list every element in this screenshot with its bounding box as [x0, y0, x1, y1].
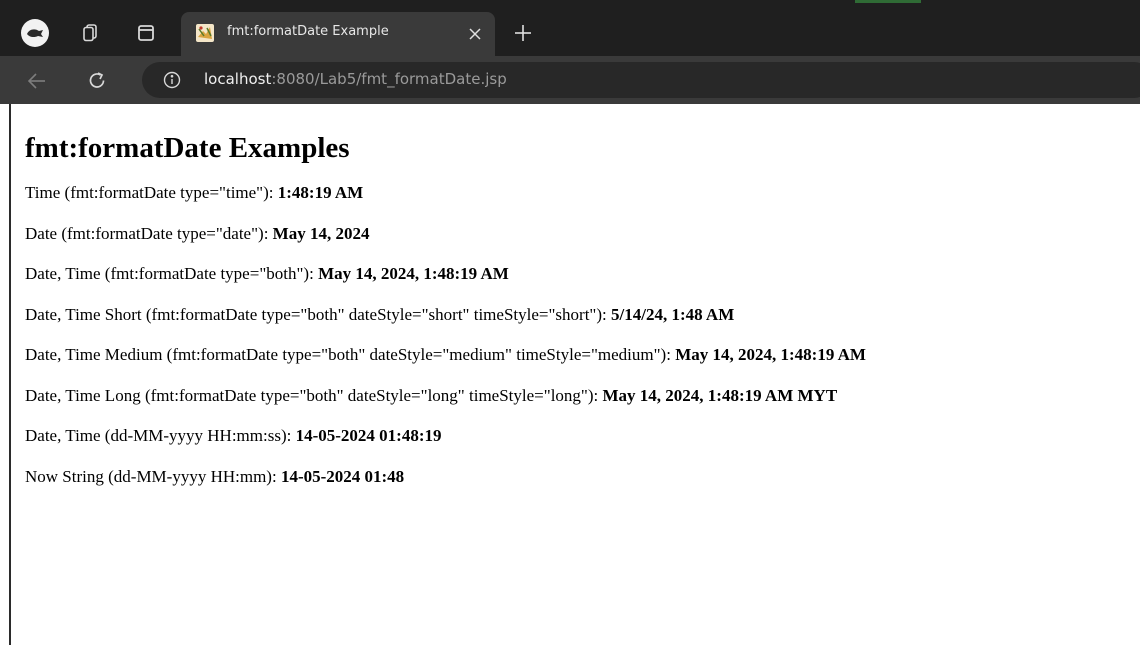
- close-icon[interactable]: [463, 22, 487, 46]
- format-label: Date (fmt:formatDate type="date"):: [25, 223, 273, 243]
- format-value: May 14, 2024, 1:48:19 AM: [675, 345, 866, 364]
- format-line-date: Date (fmt:formatDate type="date"): May 1…: [25, 223, 866, 245]
- format-label: Date, Time (dd-MM-yyyy HH:mm:ss):: [25, 426, 296, 445]
- format-value: 14-05-2024 01:48: [280, 466, 405, 486]
- tomcat-favicon-icon: [195, 23, 215, 43]
- tab-groups-icon[interactable]: [78, 21, 102, 45]
- reload-icon[interactable]: [84, 68, 110, 94]
- format-label: Date, Time Short (fmt:formatDate type="b…: [25, 304, 611, 324]
- format-line-time: Time (fmt:formatDate type="time"): 1:48:…: [25, 182, 866, 204]
- address-path: :8080/Lab5/fmt_formatDate.jsp: [271, 70, 507, 88]
- address-url[interactable]: localhost:8080/Lab5/fmt_formatDate.jsp: [204, 70, 507, 88]
- tab-strip: fmt:formatDate Example: [0, 0, 1140, 56]
- format-value: May 14, 2024, 1:48:19 AM: [318, 264, 509, 283]
- format-value: 14-05-2024 01:48:19: [295, 426, 442, 445]
- tab-strip-accent: [855, 0, 921, 3]
- page-viewport: fmt:formatDate Examples Time (fmt:format…: [9, 104, 1140, 645]
- plus-icon[interactable]: [510, 20, 536, 46]
- back-arrow-icon[interactable]: [24, 68, 50, 94]
- tab-active[interactable]: fmt:formatDate Example: [181, 12, 495, 56]
- info-icon[interactable]: [162, 70, 182, 90]
- format-label: Now String (dd-MM-yyyy HH:mm):: [25, 466, 281, 486]
- profile-icon[interactable]: [21, 19, 49, 47]
- format-value: May 14, 2024: [272, 223, 370, 243]
- vertical-tabs-icon[interactable]: [134, 21, 158, 45]
- format-label: Date, Time Long (fmt:formatDate type="bo…: [25, 385, 603, 405]
- format-line-short: Date, Time Short (fmt:formatDate type="b…: [25, 304, 866, 326]
- format-line-now-string: Now String (dd-MM-yyyy HH:mm): 14-05-202…: [25, 466, 866, 488]
- format-line-both: Date, Time (fmt:formatDate type="both"):…: [25, 263, 866, 285]
- browser-window: fmt:formatDate Example localhost:8080/La…: [0, 0, 1140, 645]
- format-line-pattern-seconds: Date, Time (dd-MM-yyyy HH:mm:ss): 14-05-…: [25, 425, 866, 447]
- page-content: fmt:formatDate Examples Time (fmt:format…: [25, 128, 866, 506]
- page-title: fmt:formatDate Examples: [25, 132, 350, 164]
- format-line-long: Date, Time Long (fmt:formatDate type="bo…: [25, 385, 866, 407]
- tab-title: fmt:formatDate Example: [227, 24, 389, 39]
- format-line-medium: Date, Time Medium (fmt:formatDate type="…: [25, 344, 866, 366]
- format-value: 1:48:19 AM: [277, 183, 364, 202]
- format-label: Date, Time (fmt:formatDate type="both"):: [25, 264, 319, 283]
- navigation-toolbar: localhost:8080/Lab5/fmt_formatDate.jsp: [0, 56, 1140, 104]
- format-label: Time (fmt:formatDate type="time"):: [25, 183, 278, 202]
- format-value: May 14, 2024, 1:48:19 AM MYT: [602, 385, 838, 405]
- address-host: localhost: [204, 70, 272, 88]
- format-label: Date, Time Medium (fmt:formatDate type="…: [25, 345, 676, 364]
- address-bar[interactable]: localhost:8080/Lab5/fmt_formatDate.jsp: [142, 62, 1140, 98]
- format-value: 5/14/24, 1:48 AM: [611, 304, 735, 324]
